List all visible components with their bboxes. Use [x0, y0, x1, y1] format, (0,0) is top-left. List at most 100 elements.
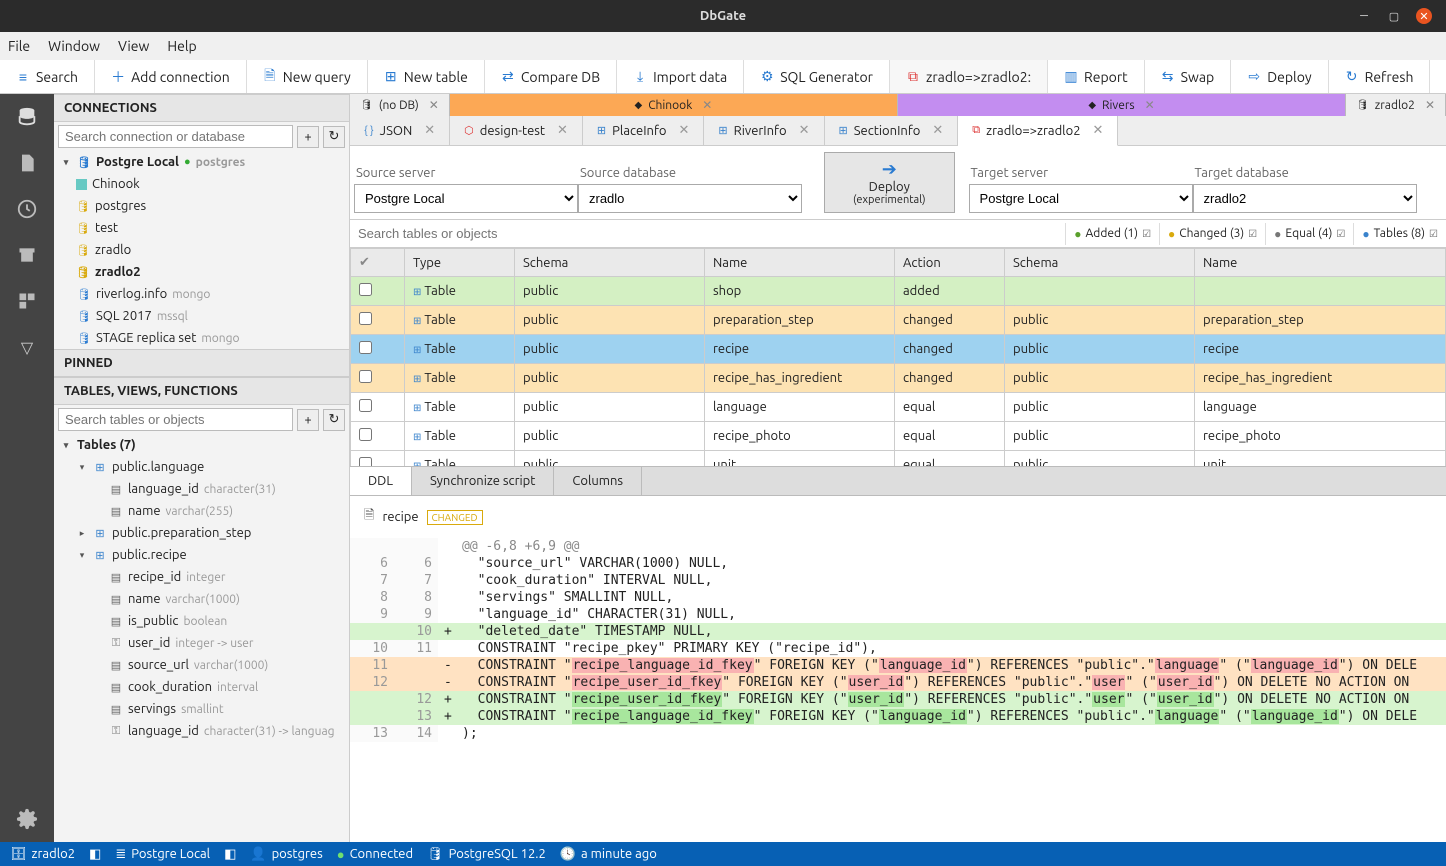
row-checkbox[interactable] [359, 312, 372, 325]
status-db-action[interactable]: ◧ [89, 847, 101, 862]
refresh-connections-button[interactable]: ↻ [323, 126, 345, 148]
expand-icon[interactable]: ▾ [76, 462, 88, 473]
connection-item[interactable]: 🛢test [54, 217, 349, 239]
tree-item[interactable]: ▾⊞public.recipe [54, 544, 349, 566]
row-checkbox[interactable] [359, 283, 372, 296]
compare-search-input[interactable] [350, 220, 1065, 247]
file-icon[interactable] [14, 150, 40, 176]
badge-tables[interactable]: ●Tables (8)☑ [1353, 223, 1446, 245]
table-row[interactable]: ⊞ Tablepublicshopadded [351, 277, 1446, 306]
close-icon[interactable]: ✕ [429, 98, 439, 112]
refresh-tables-button[interactable]: ↻ [323, 409, 345, 431]
close-icon[interactable]: ✕ [557, 123, 568, 138]
tree-item[interactable]: ▤servingssmallint [54, 698, 349, 720]
tables-search-input[interactable] [58, 408, 293, 431]
ddl-tab[interactable]: Columns [554, 467, 642, 495]
table-row[interactable]: ⊞ Tablepubliclanguageequalpubliclanguage [351, 393, 1446, 422]
newtable-button[interactable]: ⊞New table [368, 60, 485, 93]
tree-item[interactable]: ▾⊞public.language [54, 456, 349, 478]
close-icon[interactable]: ✕ [799, 123, 810, 138]
ddl-tab[interactable]: Synchronize script [412, 467, 554, 495]
row-checkbox[interactable] [359, 428, 372, 441]
tree-item[interactable]: ▾Tables (7) [54, 434, 349, 456]
refresh-button[interactable]: ↻Refresh [1329, 60, 1431, 93]
close-icon[interactable]: ✕ [679, 123, 690, 138]
tree-item[interactable]: ▤namevarchar(1000) [54, 588, 349, 610]
close-icon[interactable]: ✕ [932, 123, 943, 138]
minimize-icon[interactable]: ─ [1356, 8, 1372, 24]
addconn-button[interactable]: ＋Add connection [95, 60, 247, 93]
connection-item[interactable]: ▾🛢Postgre Local●postgres [54, 151, 349, 173]
add-table-button[interactable]: + [297, 409, 319, 431]
tree-item[interactable]: ⚿user_idinteger -> user [54, 632, 349, 654]
chevron-down-icon[interactable]: ▽ [14, 334, 40, 360]
expand-icon[interactable]: ▸ [76, 528, 88, 539]
close-icon[interactable]: ✕ [424, 123, 435, 138]
col-header[interactable]: ✔ [351, 249, 405, 277]
checkbox-icon[interactable]: ☑ [1336, 228, 1345, 240]
row-checkbox[interactable] [359, 370, 372, 383]
compare-active-button[interactable]: ⧉zradlo=>zradlo2: [890, 60, 1048, 93]
target-db-select[interactable]: zradlo2 [1193, 184, 1417, 213]
db-tab[interactable]: ◆Chinook✕ [450, 94, 898, 116]
tree-item[interactable]: ⚿language_idcharacter(31) -> languag [54, 720, 349, 742]
table-row[interactable]: ⊞ Tablepublicunitequalpublicunit [351, 451, 1446, 467]
menu-help[interactable]: Help [167, 38, 196, 54]
tree-item[interactable]: ▤is_publicboolean [54, 610, 349, 632]
file-tab[interactable]: { }JSON✕ [350, 116, 450, 145]
file-tab[interactable]: ⬡design-test✕ [450, 116, 583, 145]
badge-changed[interactable]: ●Changed (3)☑ [1159, 223, 1265, 245]
connection-item[interactable]: 🛢postgres [54, 195, 349, 217]
newquery-button[interactable]: 🗎New query [247, 60, 368, 93]
close-icon[interactable]: ✕ [1093, 123, 1104, 138]
col-header[interactable]: Schema [1005, 249, 1195, 277]
connection-item[interactable]: 🛢STAGE replica setmongo [54, 327, 349, 349]
expand-icon[interactable]: ▾ [60, 440, 72, 451]
close-icon[interactable]: ✕ [1425, 98, 1435, 112]
expand-icon[interactable]: ▾ [60, 157, 72, 168]
col-header[interactable]: Action [895, 249, 1005, 277]
close-icon[interactable]: ✕ [1416, 8, 1432, 24]
row-checkbox[interactable] [359, 399, 372, 412]
ddl-tab[interactable]: DDL [350, 467, 412, 495]
settings-icon[interactable] [14, 806, 40, 832]
plugins-icon[interactable] [14, 288, 40, 314]
connection-item[interactable]: 🛢SQL 2017mssql [54, 305, 349, 327]
tree-item[interactable]: ▤cook_durationinterval [54, 676, 349, 698]
table-row[interactable]: ⊞ Tablepublicpreparation_stepchangedpubl… [351, 306, 1446, 335]
col-header[interactable]: Name [1195, 249, 1446, 277]
badge-added[interactable]: ●Added (1)☑ [1065, 223, 1159, 245]
file-tab[interactable]: ⊞PlaceInfo✕ [583, 116, 705, 145]
archive-icon[interactable] [14, 242, 40, 268]
database-icon[interactable] [14, 104, 40, 130]
sqlgen-button[interactable]: ⚙SQL Generator [744, 60, 890, 93]
tree-item[interactable]: ▤namevarchar(255) [54, 500, 349, 522]
tree-item[interactable]: ▸⊞public.preparation_step [54, 522, 349, 544]
source-server-select[interactable]: Postgre Local [354, 184, 578, 213]
menu-view[interactable]: View [118, 38, 149, 54]
checkbox-icon[interactable]: ☑ [1429, 228, 1438, 240]
status-db[interactable]: 🗄 zradlo2 [10, 847, 75, 862]
importdata-button[interactable]: ⤓Import data [617, 60, 744, 93]
comparedb-button[interactable]: ⇄Compare DB [485, 60, 617, 93]
status-server[interactable]: ≣ Postgre Local [115, 847, 210, 862]
deploy-button[interactable]: ⇨Deploy [1231, 60, 1328, 93]
status-server-action[interactable]: ◧ [224, 847, 236, 862]
search-button[interactable]: ≡Search [0, 60, 95, 93]
col-header[interactable]: Type [405, 249, 515, 277]
tree-item[interactable]: ▤source_urlvarchar(1000) [54, 654, 349, 676]
row-checkbox[interactable] [359, 341, 372, 354]
db-tab[interactable]: 🛢(no DB)✕ [350, 94, 450, 116]
table-row[interactable]: ⊞ Tablepublicrecipechangedpublicrecipe [351, 335, 1446, 364]
row-checkbox[interactable] [359, 457, 372, 466]
table-row[interactable]: ⊞ Tablepublicrecipe_has_ingredientchange… [351, 364, 1446, 393]
badge-equal[interactable]: ●Equal (4)☑ [1265, 223, 1353, 245]
history-icon[interactable] [14, 196, 40, 222]
close-icon[interactable]: ✕ [1145, 98, 1155, 112]
add-connection-button[interactable]: + [297, 126, 319, 148]
file-tab[interactable]: ⊞RiverInfo✕ [704, 116, 824, 145]
connection-search-input[interactable] [58, 125, 293, 148]
report-button[interactable]: ▥Report [1048, 60, 1145, 93]
expand-icon[interactable]: ▾ [76, 550, 88, 561]
deploy-button[interactable]: ➔ Deploy (experimental) [824, 152, 955, 213]
